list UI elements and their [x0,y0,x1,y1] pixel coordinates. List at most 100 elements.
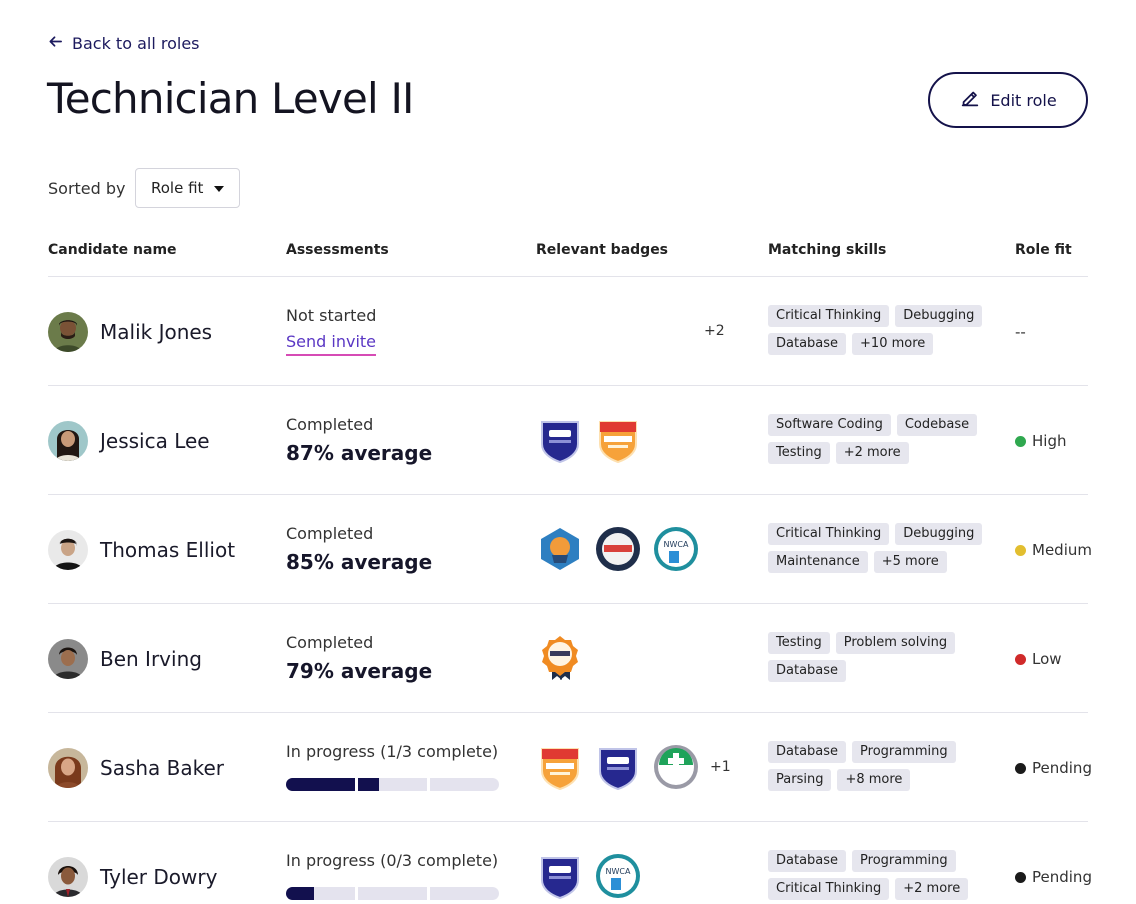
role-fit-label: -- [1015,323,1026,341]
arrow-left-icon [48,34,63,53]
relevant-badges: +1 [536,742,731,792]
ribbon-badge-icon[interactable] [536,634,584,682]
matching-skills: Database Programming Parsing +8 more [768,741,988,791]
hexagon-badge-icon[interactable] [536,525,584,573]
pencil-icon [959,87,981,113]
edit-role-label: Edit role [990,90,1057,110]
skill-tag: Database [768,660,847,682]
relevant-badges: NWCA [536,851,642,901]
skill-tag: Database [768,741,847,763]
column-assessments: Assessments [286,242,389,258]
more-skills-tag[interactable]: +8 more [837,769,911,791]
skill-tag: Database [768,333,847,355]
avatar [48,421,88,461]
skill-tag: Debugging [895,523,983,545]
status-dot-icon [1015,653,1026,665]
candidate-name[interactable]: Thomas Elliot [100,538,235,562]
edit-role-button[interactable]: Edit role [928,72,1088,128]
back-link-label: Back to all roles [72,34,200,53]
nwca-badge-icon[interactable]: NWCA [594,852,642,900]
skill-tag: Programming [852,741,956,763]
progress-segment [286,778,355,791]
role-fit-label: Pending [1032,868,1092,886]
more-badges-count[interactable]: +2 [704,323,725,339]
assessment-status: In progress (0/3 complete) [286,851,499,870]
matching-skills: Database Programming Critical Thinking +… [768,850,988,900]
column-role-fit: Role fit [1015,242,1072,258]
skill-tag: Critical Thinking [768,878,890,900]
progress-segment [358,778,427,791]
skill-tag: Maintenance [768,551,868,573]
assessment-status: In progress (1/3 complete) [286,742,499,761]
role-fit-label: High [1032,432,1067,450]
more-badges-count[interactable]: +1 [710,759,731,775]
more-skills-tag[interactable]: +5 more [873,551,947,573]
progress-segment [358,887,427,900]
skill-tag: Critical Thinking [768,523,890,545]
nwca-badge-icon[interactable]: NWCA [652,525,700,573]
table-row[interactable]: Malik Jones Not started Send invite +2 C… [48,277,1088,386]
role-fit: -- [1015,323,1026,341]
role-fit-label: Medium [1032,541,1092,559]
skill-tag: Critical Thinking [768,305,890,327]
candidate-name[interactable]: Sasha Baker [100,756,224,780]
avatar [48,639,88,679]
skill-tag: Codebase [896,414,978,436]
certificate-badge-icon[interactable] [594,416,642,464]
role-fit: Medium [1015,541,1092,559]
more-skills-tag[interactable]: +2 more [895,878,969,900]
skill-tag: Debugging [895,305,983,327]
avatar [48,857,88,897]
sort-value: Role fit [151,179,204,197]
assessment-status: Completed [286,524,374,543]
candidate-name[interactable]: Ben Irving [100,647,202,671]
sort-dropdown[interactable]: Role fit [135,168,240,208]
role-fit: Pending [1015,868,1092,886]
role-fit: Pending [1015,759,1092,777]
matching-skills: Critical Thinking Debugging Database +10… [768,305,988,355]
progress-segment [430,778,499,791]
table-row[interactable]: Thomas Elliot Completed 85% average NWCA… [48,495,1092,604]
column-relevant-badges: Relevant badges [536,242,669,258]
skill-tag: Parsing [768,769,832,791]
page-title: Technician Level II [47,74,414,123]
candidate-name[interactable]: Jessica Lee [100,429,210,453]
more-skills-tag[interactable]: +2 more [835,442,909,464]
skill-tag: Software Coding [768,414,891,436]
shield-badge-icon[interactable] [536,416,584,464]
relevant-badges [536,415,642,465]
assessment-score: 85% average [286,550,433,574]
role-fit-label: Pending [1032,759,1092,777]
assessment-status: Not started [286,306,377,325]
matching-skills: Software Coding Codebase Testing +2 more [768,414,988,464]
table-row[interactable]: Sasha Baker In progress (1/3 complete) +… [48,713,1092,822]
send-invite-link[interactable]: Send invite [286,332,376,356]
caret-down-icon [214,186,224,192]
shield-badge-icon[interactable] [536,852,584,900]
assessment-score: 87% average [286,441,433,465]
circle-badge-icon[interactable] [594,525,642,573]
back-to-roles-link[interactable]: Back to all roles [48,34,200,53]
candidate-name[interactable]: Tyler Dowry [100,865,217,889]
coding-badge-icon[interactable] [652,743,700,791]
skill-tag: Testing [768,632,830,654]
table-row[interactable]: Tyler Dowry In progress (0/3 complete) N… [48,822,1092,904]
progress-segment [430,887,499,900]
assessment-status: Completed [286,633,374,652]
skill-tag: Testing [768,442,830,464]
table-row[interactable]: Ben Irving Completed 79% average Testing… [48,604,1088,713]
avatar [48,312,88,352]
more-skills-tag[interactable]: +10 more [852,333,934,355]
shield-badge-icon[interactable] [594,743,642,791]
status-dot-icon [1015,544,1026,556]
table-row[interactable]: Jessica Lee Completed 87% average Softwa… [48,386,1088,495]
column-candidate-name: Candidate name [48,242,177,258]
avatar [48,530,88,570]
assessment-status: Completed [286,415,374,434]
matching-skills: Testing Problem solving Database [768,632,988,682]
role-fit: High [1015,432,1066,450]
candidate-name[interactable]: Malik Jones [100,320,212,344]
matching-skills: Critical Thinking Debugging Maintenance … [768,523,988,573]
certificate-badge-icon[interactable] [536,743,584,791]
assessment-progress-bar [286,778,499,791]
